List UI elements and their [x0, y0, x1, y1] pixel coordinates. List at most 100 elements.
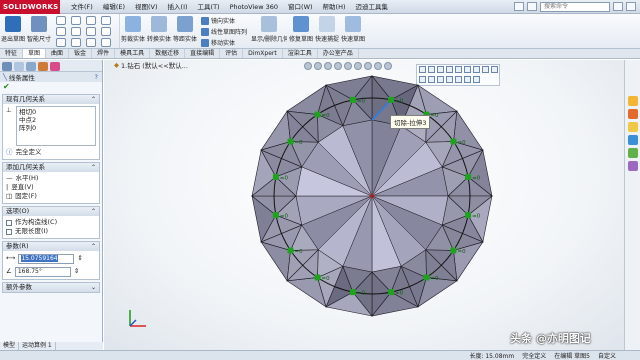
- menu-insert[interactable]: 插入(I): [163, 0, 193, 14]
- linear-pattern-button[interactable]: 线性草图阵列: [201, 27, 247, 36]
- property-manager-tab-icon[interactable]: [14, 62, 24, 71]
- convert-entities-button[interactable]: 转换实体: [146, 14, 172, 43]
- menu-maidi-tools[interactable]: 迈迪工具集: [351, 0, 394, 14]
- solidworks-logo[interactable]: SOLIDWORKS: [0, 0, 60, 14]
- horizontal-label: 水平(H): [15, 174, 39, 182]
- tab-sketch[interactable]: 草图: [23, 49, 47, 58]
- units-status[interactable]: 自定义: [594, 351, 620, 360]
- rapid-sketch-button[interactable]: 快速草图: [340, 14, 366, 43]
- circle-icon[interactable]: [71, 16, 81, 25]
- help-icon[interactable]: [527, 2, 537, 11]
- parameters-header[interactable]: 参数(R) ⌃: [3, 242, 99, 251]
- menu-file[interactable]: 文件(F): [66, 0, 98, 14]
- fix-relation-button[interactable]: ◫ 固定(F): [6, 192, 96, 201]
- relation-badge-icon: [465, 173, 472, 180]
- options-header[interactable]: 选项(O) ⌃: [3, 207, 99, 216]
- tab-surfaces[interactable]: 曲面: [46, 49, 70, 58]
- rectangle-icon[interactable]: [56, 27, 66, 36]
- status-bar: 长度: 15.08mm 完全定义 在编辑 草图5 自定义: [0, 350, 640, 360]
- smart-dimension-label: 智能尺寸: [27, 36, 51, 43]
- offset-entities-button[interactable]: 等距实体: [172, 14, 198, 43]
- dimxpert-tab-icon[interactable]: [38, 62, 48, 71]
- resources-icon[interactable]: [627, 96, 638, 106]
- display-relations-button[interactable]: 显示/删除几何关系: [250, 14, 288, 43]
- menu-window[interactable]: 窗口(W): [283, 0, 318, 14]
- tab-mold-tools[interactable]: 模具工具: [115, 49, 151, 58]
- exit-sketch-label: 退出草图: [1, 36, 25, 43]
- minimize-icon[interactable]: [613, 2, 623, 11]
- diamond-model[interactable]: =0 =0 =0 =0 =0 =0 =0 =0 =0 =0 =0 =0 =0 =0 =0 =0: [104, 60, 624, 350]
- move-entities-button[interactable]: 移动实体: [201, 38, 247, 47]
- angle-value: 168.75°: [17, 267, 42, 275]
- relation-item[interactable]: 相切0: [19, 108, 93, 116]
- infinite-label: 无限长度(I): [15, 227, 48, 235]
- spin-icon[interactable]: ⇕: [77, 254, 82, 263]
- tab-weldments[interactable]: 焊件: [92, 49, 116, 58]
- existing-relations-title: 现有几何关系: [6, 95, 45, 103]
- arc-icon[interactable]: [71, 27, 81, 36]
- appearances-icon[interactable]: [627, 148, 638, 158]
- smart-dimension-button[interactable]: 智能尺寸: [26, 14, 52, 43]
- view-palette-icon[interactable]: [627, 135, 638, 145]
- custom-properties-icon[interactable]: [627, 161, 638, 171]
- appearance-tab-icon[interactable]: [50, 62, 60, 71]
- menu-view[interactable]: 视图(V): [130, 0, 163, 14]
- length-input[interactable]: 15.0759164: [18, 253, 75, 264]
- exit-sketch-button[interactable]: 退出草图: [0, 14, 26, 43]
- spline-icon[interactable]: [86, 16, 96, 25]
- command-tabs: 特征 草图 曲面 钣金 焊件 模具工具 数据迁移 直接编辑 评估 DimXper…: [0, 49, 640, 59]
- graphics-area[interactable]: ◆ 1.钻石 (默认<<默认... =0 =0 =0 =0 =0 =0 =0 =0 =0 =0 =0…: [104, 60, 624, 350]
- fillet-icon[interactable]: [101, 27, 111, 36]
- search-input[interactable]: 搜索命令: [540, 1, 610, 12]
- tab-dimxpert[interactable]: DimXpert: [243, 49, 283, 58]
- relation-item[interactable]: 阵列0: [19, 124, 93, 132]
- menu-tools[interactable]: 工具(T): [193, 0, 225, 14]
- extra-parameters-header[interactable]: 额外参数 ⌄: [3, 283, 99, 292]
- angle-input[interactable]: 168.75°: [14, 266, 71, 277]
- expand-icon: ⌄: [90, 284, 96, 291]
- options-title: 选项(O): [6, 207, 30, 215]
- ellipse-icon[interactable]: [71, 38, 81, 47]
- tab-evaluate[interactable]: 评估: [220, 49, 244, 58]
- trim-entities-button[interactable]: 剪裁实体: [120, 14, 146, 43]
- relation-badge-icon: [314, 111, 321, 118]
- point-icon[interactable]: [101, 16, 111, 25]
- slot-icon[interactable]: [56, 38, 66, 47]
- vertical-relation-button[interactable]: | 竖直(V): [6, 183, 96, 192]
- text-icon[interactable]: [86, 38, 96, 47]
- menu-help[interactable]: 帮助(H): [318, 0, 351, 14]
- tab-sheet-metal[interactable]: 钣金: [69, 49, 93, 58]
- ok-button[interactable]: ✔: [0, 82, 102, 92]
- tab-office-products[interactable]: 办公室产品: [318, 49, 359, 58]
- add-relations-header[interactable]: 添加几何关系 ⌃: [3, 163, 99, 172]
- quick-snap-button[interactable]: 快速捕捉: [314, 14, 340, 43]
- tab-model[interactable]: 模型: [0, 342, 20, 350]
- configuration-tab-icon[interactable]: [26, 62, 36, 71]
- repair-sketch-button[interactable]: 修复草图: [288, 14, 314, 43]
- home-icon[interactable]: [514, 2, 524, 11]
- relations-list[interactable]: 相切0 中点2 阵列0: [16, 106, 96, 146]
- tab-direct-editing[interactable]: 直接编辑: [185, 49, 221, 58]
- construction-checkbox[interactable]: 作为构造线(C): [6, 218, 96, 227]
- tab-render-tools[interactable]: 渲染工具: [283, 49, 318, 58]
- help-icon[interactable]: ?: [95, 73, 98, 81]
- existing-relations-header[interactable]: 现有几何关系 ⌃: [3, 95, 99, 104]
- file-explorer-icon[interactable]: [627, 122, 638, 132]
- infinite-length-checkbox[interactable]: 无限长度(I): [6, 227, 96, 236]
- plane-icon[interactable]: [101, 38, 111, 47]
- horizontal-relation-button[interactable]: — 水平(H): [6, 174, 96, 183]
- feature-tree-tab-icon[interactable]: [2, 62, 12, 71]
- close-icon[interactable]: [626, 2, 636, 11]
- design-library-icon[interactable]: [627, 109, 638, 119]
- line-icon[interactable]: [56, 16, 66, 25]
- tab-data-migration[interactable]: 数据迁移: [150, 49, 186, 58]
- polygon-icon[interactable]: [86, 27, 96, 36]
- menu-edit[interactable]: 编辑(E): [98, 0, 130, 14]
- spin-icon[interactable]: ⇕: [74, 267, 79, 276]
- tab-motion-study[interactable]: 运动算例 1: [19, 342, 56, 350]
- existing-relations-body: ⊥ 相切0 中点2 阵列0 ⓘ 完全定义: [3, 104, 99, 159]
- tab-features[interactable]: 特征: [0, 49, 24, 58]
- mirror-button[interactable]: 镜向实体: [201, 16, 247, 25]
- menu-photoview[interactable]: PhotoView 360: [225, 0, 283, 14]
- relation-item[interactable]: 中点2: [19, 116, 93, 124]
